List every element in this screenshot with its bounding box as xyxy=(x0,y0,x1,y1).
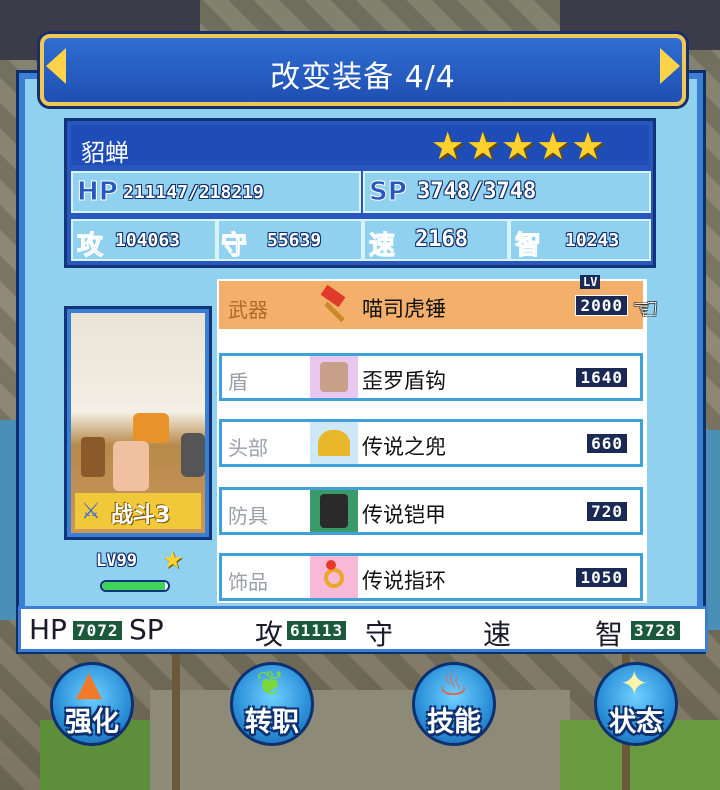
level-indicator: LV99 xyxy=(96,551,137,571)
ring-icon xyxy=(310,556,358,598)
spd-value: 2168 xyxy=(415,227,468,252)
title-bar: 改变装备 4/4 xyxy=(40,34,686,106)
slot-label: 饰品 xyxy=(228,570,268,594)
hp-value: 211147/218219 xyxy=(123,182,264,203)
change-job-label: 转职 xyxy=(245,707,299,738)
spd-cell: 速 2168 xyxy=(363,219,509,262)
job-badge: ⚔ 战斗3 xyxy=(75,493,201,529)
bonus-atk-label: 攻 xyxy=(255,618,284,651)
bonus-int-value: 3728 xyxy=(631,621,680,640)
hammer-icon xyxy=(310,284,358,326)
bonus-stats-strip: HP 7072 SP 攻 61113 守 速 智 3728 xyxy=(18,606,708,652)
enhance-button[interactable]: ▲ 强化 xyxy=(42,654,142,754)
enhance-label: 强化 xyxy=(65,707,119,738)
def-cell: 守 55639 xyxy=(217,219,363,262)
page-title: 改变装备 4/4 xyxy=(270,60,456,95)
item-name: 喵司虎锤 xyxy=(362,297,446,321)
next-arrow-icon[interactable] xyxy=(660,48,680,84)
star-icon: ★ xyxy=(500,124,535,168)
flame-icon: ♨ xyxy=(438,664,469,704)
up-arrow-icon: ▲ xyxy=(76,664,103,704)
helmet-icon xyxy=(310,422,358,464)
item-level: 2000 xyxy=(575,295,628,316)
slot-label: 头部 xyxy=(228,436,268,460)
skills-label: 技能 xyxy=(427,707,481,738)
bonus-spd-label: 速 xyxy=(483,618,512,651)
sparkle-icon: ✦ xyxy=(620,664,649,704)
lv-header: LV xyxy=(580,275,601,289)
item-level: 1640 xyxy=(575,367,628,388)
spd-label: 速 xyxy=(368,231,396,262)
atk-label: 攻 xyxy=(76,231,104,262)
status-button[interactable]: ✦ 状态 xyxy=(586,654,686,754)
int-value: 10243 xyxy=(565,230,620,251)
bonus-int-label: 智 xyxy=(595,618,624,651)
sp-value: 3748/3748 xyxy=(417,179,537,204)
level-star-icon: ★ xyxy=(162,546,184,574)
def-label: 守 xyxy=(220,231,248,262)
hp-sp-row: HP 211147/218219 SP 3748/3748 xyxy=(71,171,651,213)
equip-slot-shield[interactable]: 盾 歪罗盾钩 1640 xyxy=(219,353,643,401)
def-value: 55639 xyxy=(267,230,322,251)
equip-slot-head[interactable]: 头部 传说之兜 660 xyxy=(219,419,643,467)
bonus-hp-label: HP xyxy=(29,613,67,646)
equip-slot-accessory[interactable]: 饰品 传说指环 1050 xyxy=(219,553,643,601)
star-rating: ★★★★★ xyxy=(430,127,605,165)
name-row: 貂蝉 ★★★★★ xyxy=(71,125,649,167)
change-job-button[interactable]: ❦ 转职 xyxy=(222,654,322,754)
int-label: 智 xyxy=(514,231,542,262)
cat-shield-icon xyxy=(310,356,358,398)
int-cell: 智 10243 xyxy=(509,219,651,262)
leaf-icon: ❦ xyxy=(256,664,285,704)
combat-stats-row: 攻 104063 守 55639 速 2168 智 10243 xyxy=(71,219,651,262)
status-label: 状态 xyxy=(609,707,663,738)
bonus-def-label: 守 xyxy=(365,618,394,651)
item-level: 1050 xyxy=(575,567,628,588)
item-name: 传说之兜 xyxy=(362,435,446,459)
character-stats-panel: 貂蝉 ★★★★★ HP 211147/218219 SP 3748/3748 攻… xyxy=(64,118,656,268)
item-name: 歪罗盾钩 xyxy=(362,369,446,393)
job-label: 战斗3 xyxy=(111,503,171,528)
item-name: 传说指环 xyxy=(362,569,446,593)
hp-cell: HP 211147/218219 xyxy=(71,171,361,213)
item-level: 720 xyxy=(586,501,628,522)
sp-label: SP xyxy=(369,177,408,208)
sp-cell: SP 3748/3748 xyxy=(363,171,651,213)
equipment-list: 武器 喵司虎锤 2000 盾 歪罗盾钩 1640 头部 传说之兜 660 防具 … xyxy=(214,276,650,606)
bonus-atk-value: 61113 xyxy=(287,621,347,640)
xp-bar xyxy=(100,580,170,592)
pointing-hand-icon: ☜ xyxy=(632,292,659,327)
hp-label: HP xyxy=(77,177,119,208)
item-level: 660 xyxy=(586,433,628,454)
star-icon: ★ xyxy=(535,124,570,168)
equip-slot-armor[interactable]: 防具 传说铠甲 720 xyxy=(219,487,643,535)
atk-value: 104063 xyxy=(115,230,181,251)
bonus-sp-label: SP xyxy=(129,613,164,646)
bonus-hp-value: 7072 xyxy=(73,621,122,640)
atk-cell: 攻 104063 xyxy=(71,219,217,262)
slot-label: 防具 xyxy=(228,504,268,528)
character-portrait: ⚔ 战斗3 xyxy=(64,306,212,540)
sword-icon: ⚔ xyxy=(81,499,101,524)
character-name: 貂蝉 xyxy=(81,139,129,167)
star-icon: ★ xyxy=(430,124,465,168)
item-name: 传说铠甲 xyxy=(362,503,446,527)
star-icon: ★ xyxy=(570,124,605,168)
slot-label: 盾 xyxy=(228,370,248,394)
skills-button[interactable]: ♨ 技能 xyxy=(404,654,504,754)
armor-icon xyxy=(310,490,358,532)
star-icon: ★ xyxy=(465,124,500,168)
slot-label: 武器 xyxy=(228,298,268,322)
